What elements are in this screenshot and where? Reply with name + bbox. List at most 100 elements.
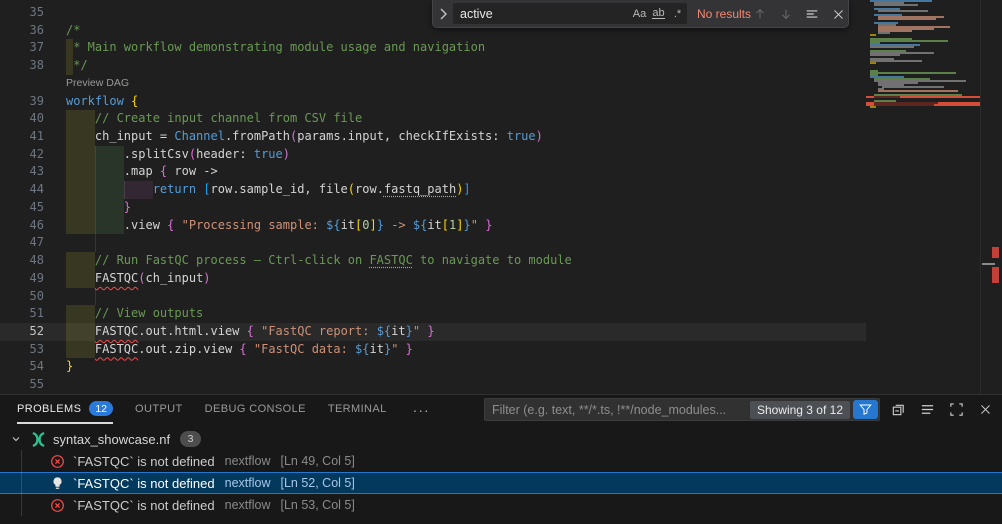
minimap-line <box>870 54 900 56</box>
more-tabs-icon[interactable]: ··· <box>413 395 430 424</box>
panel-actions <box>888 398 995 421</box>
problems-filter-input[interactable] <box>485 403 750 417</box>
close-panel-icon[interactable] <box>975 400 995 420</box>
code-line-51[interactable]: 51 // View outputs <box>0 305 866 323</box>
line-number: 50 <box>0 288 44 306</box>
minimap-line <box>878 90 958 92</box>
tab-label: OUTPUT <box>135 403 183 415</box>
close-find-icon[interactable] <box>827 3 849 25</box>
problems-count-badge: 12 <box>89 401 113 416</box>
line-number: 46 <box>0 217 44 235</box>
minimap-line <box>874 96 900 98</box>
code-line-44[interactable]: 44 return [row.sample_id, file(row.fastq… <box>0 181 866 199</box>
regex-icon[interactable]: .* <box>668 5 687 22</box>
problem-row[interactable]: `FASTQC` is not definednextflow[Ln 49, C… <box>0 450 1002 472</box>
code-line-40[interactable]: 40 // Create input channel from CSV file <box>0 110 866 128</box>
ruler-cursor-mark <box>982 263 995 265</box>
tab-label: DEBUG CONSOLE <box>205 403 306 415</box>
whole-word-icon[interactable]: ab <box>649 5 668 22</box>
code-line-45[interactable]: 45 } <box>0 199 866 217</box>
file-problem-count-badge: 3 <box>180 431 201 447</box>
line-number: 41 <box>0 128 44 146</box>
tab-output[interactable]: OUTPUT <box>135 395 183 424</box>
code-editor[interactable]: 3536/*37 * Main workflow demonstrating m… <box>0 0 1002 394</box>
code-text: FASTQC.out.html.view { "FastQC report: $… <box>66 323 435 341</box>
collapse-all-icon[interactable] <box>888 400 908 420</box>
line-number: 55 <box>0 376 44 394</box>
tab-problems[interactable]: PROBLEMS12 <box>17 395 113 424</box>
codelens-preview-dag[interactable]: Preview DAG <box>66 75 129 93</box>
line-number: 42 <box>0 146 44 164</box>
code-line-42[interactable]: 42 .splitCsv(header: true) <box>0 146 866 164</box>
problem-source: nextflow <box>225 476 271 490</box>
code-line-55[interactable]: 55 <box>0 376 866 394</box>
line-number: 45 <box>0 199 44 217</box>
find-input-box: Aa ab .* <box>453 3 687 24</box>
code-text: .view { "Processing sample: ${it[0]} -> … <box>66 217 492 235</box>
match-case-icon[interactable]: Aa <box>630 5 649 22</box>
code-line-50[interactable]: 50 <box>0 288 866 306</box>
showing-count-badge: Showing 3 of 12 <box>750 401 850 419</box>
code-line-38[interactable]: 38 */ <box>0 57 866 75</box>
problem-location: [Ln 53, Col 5] <box>280 498 354 512</box>
problems-file-row[interactable]: syntax_showcase.nf 3 <box>0 428 1002 450</box>
line-number: 39 <box>0 93 44 111</box>
filter-funnel-icon[interactable] <box>853 400 878 419</box>
code-text: // View outputs <box>66 305 203 323</box>
code-text: workflow { <box>66 93 138 111</box>
find-in-selection-icon[interactable] <box>801 3 823 25</box>
code-line-54[interactable]: 54} <box>0 358 866 376</box>
code-text: .splitCsv(header: true) <box>66 146 290 164</box>
code-line-47[interactable]: 47 <box>0 234 866 252</box>
tree-indent-guide <box>21 450 22 516</box>
tab-terminal[interactable]: TERMINAL <box>328 395 387 424</box>
line-number: 52 <box>0 323 44 341</box>
view-as-table-icon[interactable] <box>917 400 937 420</box>
code-text: .map { row -> <box>66 163 218 181</box>
indent-guide <box>95 288 96 306</box>
problem-source: nextflow <box>225 454 271 468</box>
minimap-line <box>874 4 918 6</box>
code-line-52[interactable]: 52 FASTQC.out.html.view { "FastQC report… <box>0 323 866 341</box>
minimap-line <box>882 86 944 88</box>
problem-row[interactable]: `FASTQC` is not definednextflow[Ln 52, C… <box>0 472 1002 494</box>
code-line-48[interactable]: 48 // Run FastQC process — Ctrl-click on… <box>0 252 866 270</box>
code-line-37[interactable]: 37 * Main workflow demonstrating module … <box>0 39 866 57</box>
maximize-panel-icon[interactable] <box>946 400 966 420</box>
code-line-39[interactable]: 39 workflow { <box>0 93 866 111</box>
chevron-down-icon[interactable] <box>8 431 24 447</box>
code-text: return [row.sample_id, file(row.fastq_pa… <box>66 181 471 199</box>
minimap[interactable] <box>866 0 980 394</box>
previous-match-icon[interactable] <box>749 3 771 25</box>
minimap-line <box>878 32 890 34</box>
code-text: FASTQC.out.zip.view { "FastQC data: ${it… <box>66 341 413 359</box>
panel-tab-bar: PROBLEMS12 OUTPUT DEBUG CONSOLE TERMINAL ··· <box>17 395 430 424</box>
problem-location: [Ln 49, Col 5] <box>280 454 354 468</box>
line-number: 38 <box>0 57 44 75</box>
line-number: 37 <box>0 39 44 57</box>
indent-guide <box>95 234 96 252</box>
code-line-46[interactable]: 46 .view { "Processing sample: ${it[0]} … <box>0 217 866 235</box>
line-number: 51 <box>0 305 44 323</box>
ruler-error-mark <box>992 267 999 283</box>
line-number: 54 <box>0 358 44 376</box>
code-line-53[interactable]: 53 FASTQC.out.zip.view { "FastQC data: $… <box>0 341 866 359</box>
code-line-49[interactable]: 49 FASTQC(ch_input) <box>0 270 866 288</box>
next-match-icon[interactable] <box>775 3 797 25</box>
code-text: // Run FastQC process — Ctrl-click on FA… <box>66 252 572 270</box>
code-text: ch_input = Channel.fromPath(params.input… <box>66 128 543 146</box>
nextflow-file-icon <box>30 431 47 448</box>
code-line-43[interactable]: 43 .map { row -> <box>0 163 866 181</box>
code-text: /* <box>66 22 80 40</box>
find-results-label: No results <box>687 0 751 28</box>
toggle-replace-icon[interactable] <box>435 5 451 23</box>
lightbulb-icon <box>50 476 65 491</box>
file-name: syntax_showcase.nf <box>53 432 170 447</box>
line-number: 53 <box>0 341 44 359</box>
problems-list: `FASTQC` is not definednextflow[Ln 49, C… <box>0 450 1002 516</box>
tab-debug-console[interactable]: DEBUG CONSOLE <box>205 395 306 424</box>
overview-ruler <box>980 0 1002 394</box>
problem-row[interactable]: `FASTQC` is not definednextflow[Ln 53, C… <box>0 494 1002 516</box>
code-line-41[interactable]: 41 ch_input = Channel.fromPath(params.in… <box>0 128 866 146</box>
find-input[interactable] <box>453 7 630 21</box>
